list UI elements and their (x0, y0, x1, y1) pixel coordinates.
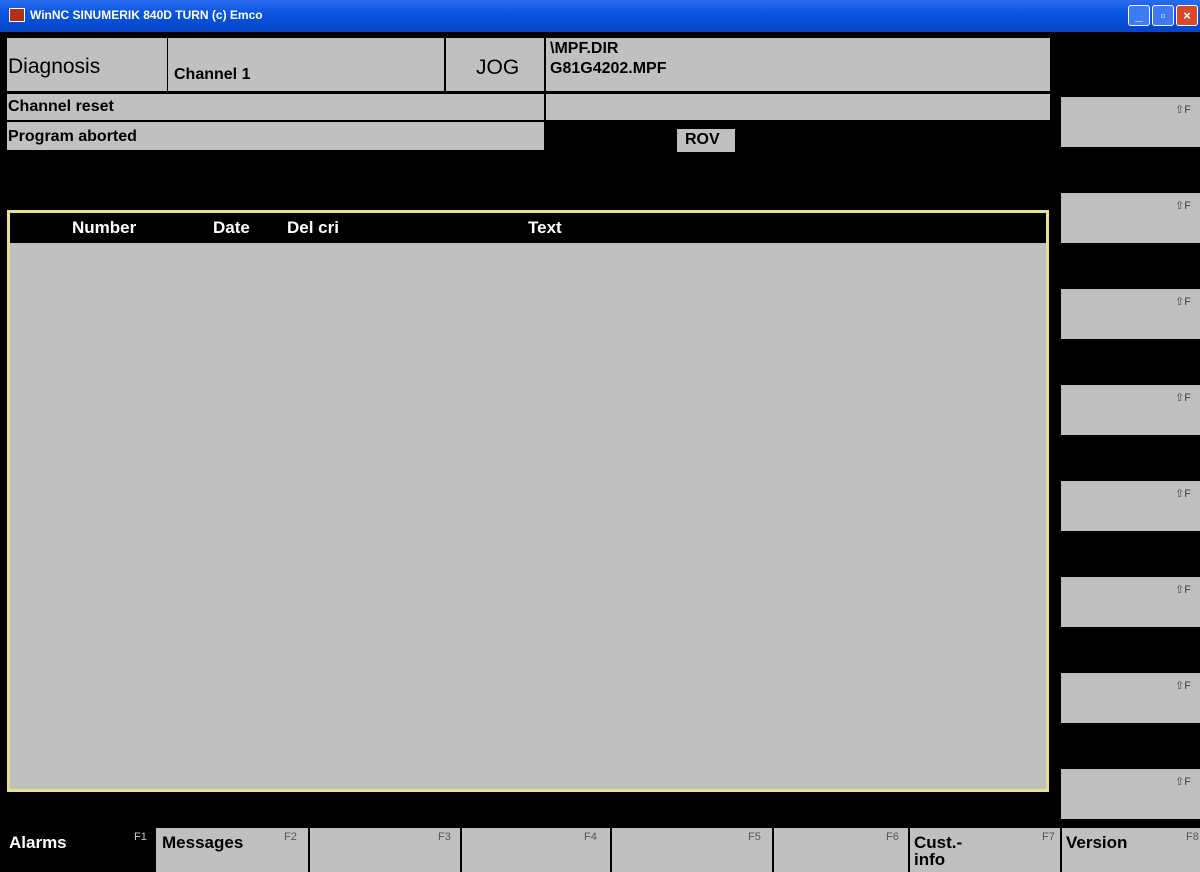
window-title-bar: WinNC SINUMERIK 840D TURN (c) Emco _ ▫ × (0, 0, 1200, 32)
softkey-alarms[interactable]: Alarms F1 (0, 828, 156, 872)
fkey-label: F2 (284, 831, 297, 843)
program-path: \MPF.DIR G81G4202.MPF (546, 38, 1050, 91)
vertical-softkey-1[interactable]: ⇧F (1061, 97, 1200, 147)
program-status: Program aborted (7, 122, 544, 150)
softkey-f3[interactable]: F3 (310, 828, 462, 872)
column-date: Date (213, 218, 250, 237)
softkey-label: Alarms (9, 833, 67, 852)
shift-f-hint: ⇧F (1175, 584, 1191, 596)
softkey-messages[interactable]: Messages F2 (156, 828, 310, 872)
softkey-label: Version (1066, 833, 1128, 852)
fkey-label: F7 (1042, 831, 1055, 843)
minimize-button[interactable]: _ (1128, 5, 1150, 26)
fkey-label: F1 (134, 831, 147, 843)
shift-f-hint: ⇧F (1175, 392, 1191, 404)
shift-f-hint: ⇧F (1175, 488, 1191, 500)
fkey-label: F4 (584, 831, 597, 843)
program-file: G81G4202.MPF (550, 60, 667, 77)
softkey-label: Cust.- info (914, 833, 963, 869)
vertical-softkey-4[interactable]: ⇧F (1061, 385, 1200, 435)
window-title: WinNC SINUMERIK 840D TURN (c) Emco (30, 8, 263, 22)
softkey-f5[interactable]: F5 (612, 828, 774, 872)
softkey-label: Messages (162, 833, 244, 852)
softkey-f4[interactable]: F4 (462, 828, 612, 872)
fkey-label: F3 (438, 831, 451, 843)
alarm-list-header: Number Date Del cri Text (10, 213, 1046, 243)
vertical-softkey-3[interactable]: ⇧F (1061, 289, 1200, 339)
channel-label: Channel 1 (168, 38, 444, 91)
rov-indicator: ROV (677, 129, 735, 152)
column-del-cri: Del cri (287, 218, 339, 237)
alarm-message-line (546, 94, 1050, 120)
shift-f-hint: ⇧F (1175, 104, 1191, 116)
program-directory: \MPF.DIR (550, 40, 619, 57)
app-icon (9, 8, 25, 22)
vertical-softkey-2[interactable]: ⇧F (1061, 193, 1200, 243)
softkey-f6[interactable]: F6 (774, 828, 910, 872)
column-text: Text (528, 218, 562, 237)
fkey-label: F6 (886, 831, 899, 843)
fkey-label: F8 (1186, 831, 1199, 843)
channel-status: Channel reset (7, 94, 544, 120)
softkey-cust-info[interactable]: Cust.- info F7 (910, 828, 1062, 872)
alarm-list-panel[interactable]: Number Date Del cri Text (7, 210, 1049, 792)
vertical-softkey-6[interactable]: ⇧F (1061, 577, 1200, 627)
vertical-softkey-5[interactable]: ⇧F (1061, 481, 1200, 531)
vertical-softkey-7[interactable]: ⇧F (1061, 673, 1200, 723)
maximize-button[interactable]: ▫ (1152, 5, 1174, 26)
shift-f-hint: ⇧F (1175, 200, 1191, 212)
shift-f-hint: ⇧F (1175, 296, 1191, 308)
vertical-softkey-8[interactable]: ⇧F (1061, 769, 1200, 819)
fkey-label: F5 (748, 831, 761, 843)
mode-label: JOG (446, 38, 544, 91)
close-button[interactable]: × (1176, 5, 1198, 26)
shift-f-hint: ⇧F (1175, 776, 1191, 788)
shift-f-hint: ⇧F (1175, 680, 1191, 692)
column-number: Number (72, 218, 137, 237)
operating-area-label: Diagnosis (7, 38, 167, 91)
softkey-version[interactable]: Version F8 (1062, 828, 1200, 872)
